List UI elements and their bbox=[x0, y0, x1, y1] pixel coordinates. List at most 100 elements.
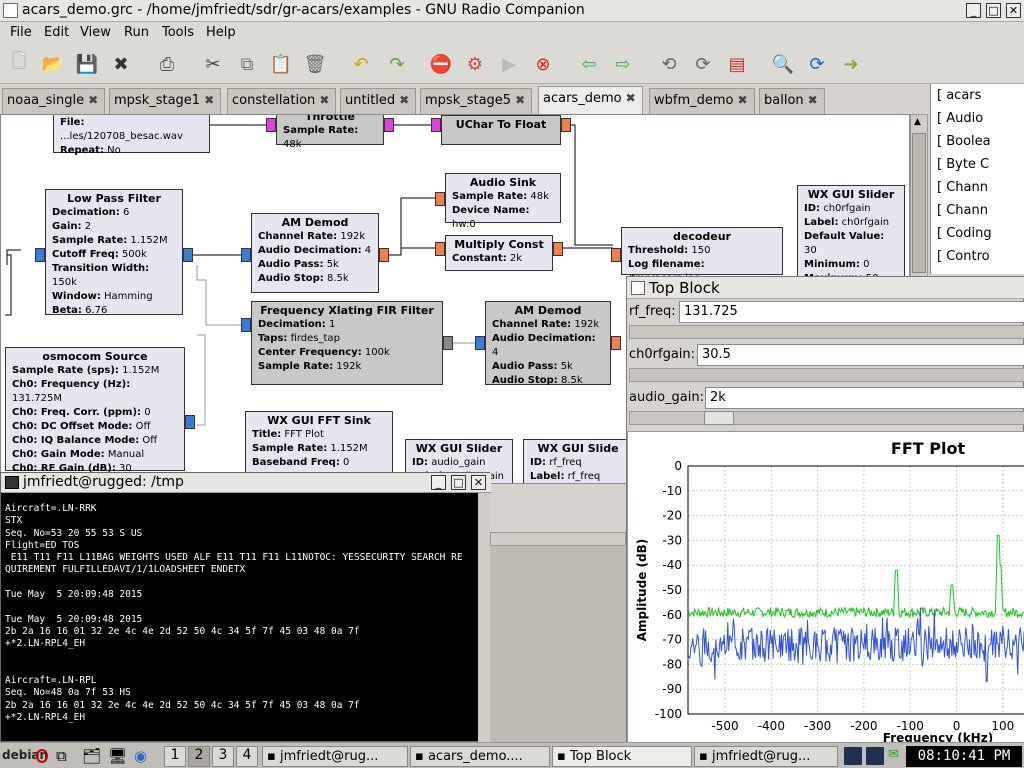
menu-tools[interactable]: Tools bbox=[162, 25, 194, 40]
osmocom-source-block[interactable]: osmocom Source Sample Rate (sps): 1.152M… bbox=[5, 347, 185, 474]
arrow-left-icon[interactable]: ⇦ bbox=[576, 51, 602, 77]
wx-gui-slider-block[interactable]: WX GUI Slider ID: ch0rfgain Label: ch0rfg… bbox=[797, 185, 905, 285]
uchar-to-float-block[interactable]: UChar To Float bbox=[441, 115, 561, 145]
generate-icon[interactable]: ⚙ bbox=[462, 51, 488, 77]
close-icon[interactable]: ✖ bbox=[399, 93, 411, 107]
print-icon[interactable]: ⎙ bbox=[154, 51, 180, 77]
open-icon[interactable]: 📂 bbox=[40, 51, 66, 77]
port[interactable] bbox=[379, 248, 389, 262]
maximize-button[interactable]: □ bbox=[451, 475, 466, 490]
port[interactable] bbox=[435, 242, 445, 256]
cut-icon[interactable]: ✂ bbox=[200, 51, 226, 77]
rf-freq-field[interactable]: 131.725 bbox=[679, 301, 1024, 323]
tab-mpsk-stage1[interactable]: mpsk_stage1 ✖ bbox=[109, 88, 222, 114]
terminal-scrollbar[interactable] bbox=[478, 493, 490, 742]
port[interactable] bbox=[241, 248, 251, 262]
reports-scrollbar[interactable] bbox=[490, 532, 626, 546]
terminal-launch-icon[interactable]: 🖥 bbox=[108, 747, 127, 765]
multiply-const-block[interactable]: Multiply Const Constant: 2k bbox=[445, 235, 553, 271]
tree-item[interactable]: [ Boolea bbox=[937, 134, 991, 149]
files-icon[interactable]: 🗂 bbox=[82, 747, 101, 765]
tab-acars-demo[interactable]: acars_demo ✖ bbox=[538, 86, 643, 114]
menu-edit[interactable]: Edit bbox=[44, 25, 69, 40]
browser-icon[interactable]: ◉ bbox=[134, 747, 152, 765]
decodeur-block[interactable]: decodeur Threshold: 150Log filename: /tm… bbox=[621, 227, 783, 284]
close-icon[interactable]: ✖ bbox=[515, 93, 527, 107]
tree-item[interactable]: [ Byte C bbox=[937, 157, 989, 172]
wav-source-block[interactable]: File: ...les/120708_besac.wav Repeat: No bbox=[53, 115, 210, 156]
ch0rfgain-slider[interactable] bbox=[629, 368, 1024, 382]
minimize-button[interactable]: _ bbox=[966, 3, 981, 18]
minimize-button[interactable]: _ bbox=[431, 475, 446, 490]
execute-icon[interactable]: ▶ bbox=[496, 51, 522, 77]
slider-thumb[interactable] bbox=[704, 411, 734, 425]
menu-file[interactable]: File bbox=[10, 25, 32, 40]
rotate-cw-icon[interactable]: ⟳ bbox=[690, 51, 716, 77]
copy-icon[interactable]: ⧉ bbox=[234, 51, 260, 77]
port[interactable] bbox=[435, 192, 445, 206]
scroll-thumb[interactable] bbox=[912, 133, 926, 273]
audio-gain-field[interactable]: 2k bbox=[705, 387, 1024, 409]
open-hier-icon[interactable]: ➜ bbox=[838, 51, 864, 77]
menu-help[interactable]: Help bbox=[206, 25, 236, 40]
port[interactable] bbox=[384, 118, 394, 132]
workspace-2[interactable]: 2 bbox=[188, 746, 210, 767]
tab-ballon[interactable]: ballon ✖ bbox=[759, 88, 825, 114]
tree-item[interactable]: [ Chann bbox=[937, 180, 988, 195]
tree-item[interactable]: [ Coding bbox=[937, 226, 992, 241]
close-icon[interactable]: ✖ bbox=[204, 93, 216, 107]
port[interactable] bbox=[431, 118, 441, 132]
kill-icon[interactable]: ⛔ bbox=[428, 51, 454, 77]
am-demod-block[interactable]: AM Demod Channel Rate: 192k Audio Decimat… bbox=[251, 213, 379, 293]
audio-sink-block[interactable]: Audio Sink Sample Rate: 48k Device Name: … bbox=[445, 173, 561, 230]
stop-icon[interactable]: ⊗ bbox=[530, 51, 556, 77]
find-icon[interactable]: 🔍 bbox=[770, 51, 796, 77]
port[interactable] bbox=[266, 118, 276, 132]
port[interactable] bbox=[35, 248, 45, 262]
ch0rfgain-field[interactable]: 30.5 bbox=[697, 344, 1024, 366]
close-icon[interactable]: ✖ bbox=[738, 93, 750, 107]
workspace-4[interactable]: 4 bbox=[236, 746, 258, 767]
delete-icon[interactable]: 🗑 bbox=[302, 51, 328, 77]
close-flowgraph-icon[interactable]: ✖ bbox=[108, 51, 134, 77]
port[interactable] bbox=[561, 118, 571, 132]
bypass-icon[interactable]: ▤ bbox=[724, 51, 750, 77]
task-acars-demo[interactable]: ▪ acars_demo.... bbox=[410, 746, 550, 767]
scroll-up-icon[interactable]: ▲ bbox=[914, 117, 921, 127]
new-icon[interactable]: 🗋 bbox=[6, 51, 32, 77]
close-icon[interactable]: ✖ bbox=[319, 93, 331, 107]
port[interactable] bbox=[611, 336, 621, 350]
terminal-window[interactable]: jmfriedt@rugged: /tmp _ □ ✕ Aircraft=.LN… bbox=[0, 472, 491, 742]
audio-gain-slider[interactable] bbox=[629, 411, 1024, 425]
rotate-ccw-icon[interactable]: ⟲ bbox=[656, 51, 682, 77]
mail-icon[interactable]: ✉ bbox=[888, 747, 899, 762]
tab-constellation[interactable]: constellation ✖ bbox=[227, 88, 337, 114]
rf-freq-slider[interactable] bbox=[629, 325, 1024, 339]
workspace-1[interactable]: 1 bbox=[164, 746, 186, 767]
port[interactable] bbox=[185, 415, 195, 429]
freq-xlating-fir-block[interactable]: Frequency Xlating FIR Filter Decimation:… bbox=[251, 301, 443, 385]
workspace-3[interactable]: 3 bbox=[212, 746, 234, 767]
close-icon[interactable]: ✖ bbox=[626, 91, 638, 105]
arrow-right-icon[interactable]: ⇨ bbox=[610, 51, 636, 77]
port[interactable] bbox=[611, 248, 621, 262]
close-button[interactable]: ✕ bbox=[471, 475, 486, 490]
tab-untitled[interactable]: untitled ✖ bbox=[340, 88, 417, 114]
tab-mpsk-stage5[interactable]: mpsk_stage5 ✖ bbox=[420, 88, 533, 114]
save-icon[interactable]: 💾 bbox=[74, 51, 100, 77]
port[interactable] bbox=[475, 336, 485, 350]
task-top-block[interactable]: ▪ Top Block bbox=[552, 746, 692, 767]
redo-icon[interactable]: ↷ bbox=[384, 51, 410, 77]
close-icon[interactable]: ✖ bbox=[88, 93, 100, 107]
close-button[interactable]: ✕ bbox=[1006, 3, 1021, 18]
menu-view[interactable]: View bbox=[80, 25, 111, 40]
task-terminal-2[interactable]: ▪ jmfriedt@rug... bbox=[694, 746, 838, 767]
port[interactable] bbox=[183, 248, 193, 262]
windows-icon[interactable]: ⧉ bbox=[56, 747, 74, 765]
am-demod-block-2[interactable]: AM Demod Channel Rate: 192k Audio Decimat… bbox=[485, 301, 611, 386]
low-pass-filter-block[interactable]: Low Pass Filter Decimation: 6 Gain: 2 Samp… bbox=[45, 189, 183, 316]
tree-item[interactable]: [ Contro bbox=[937, 249, 990, 264]
port[interactable] bbox=[553, 242, 563, 256]
menu-run[interactable]: Run bbox=[124, 25, 149, 40]
task-terminal-1[interactable]: ▪ jmfriedt@rug... bbox=[262, 746, 408, 767]
